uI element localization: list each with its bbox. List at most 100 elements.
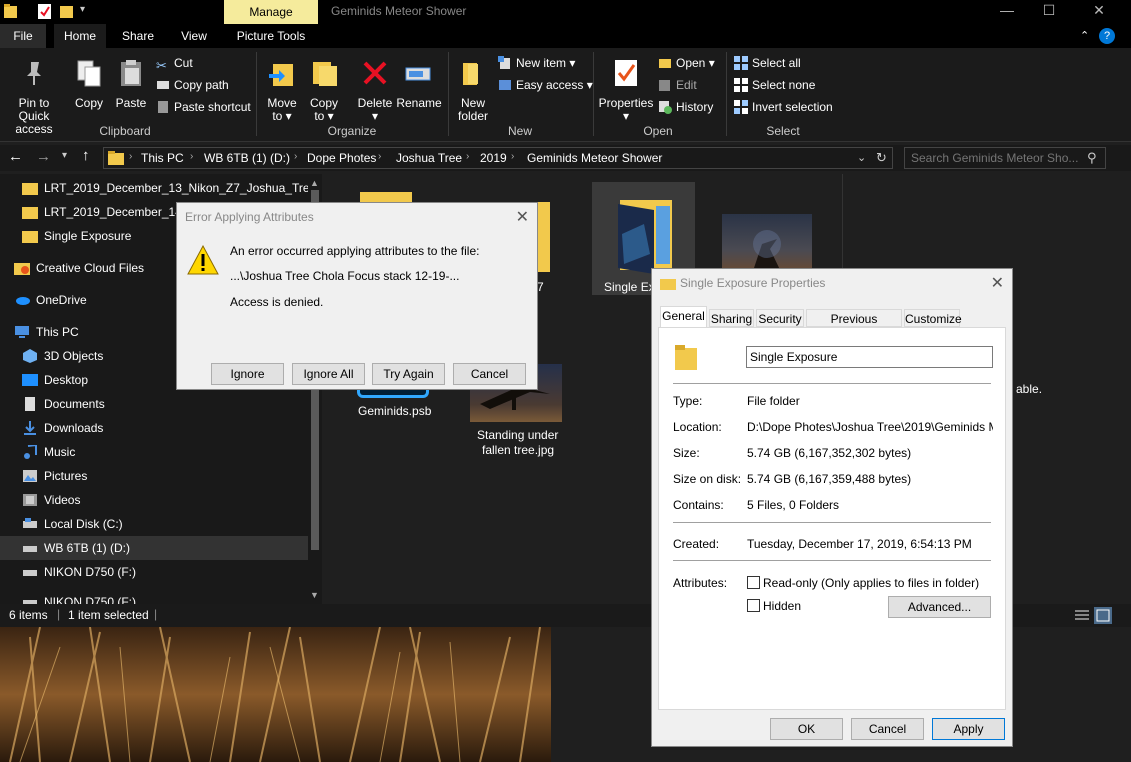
delete-button[interactable]: Delete ▾	[354, 58, 396, 123]
scroll-down-icon[interactable]: ▼	[310, 590, 319, 600]
folder-name-input[interactable]	[746, 346, 993, 368]
new-item-button[interactable]: New item ▾	[498, 54, 575, 72]
nav-item-videos[interactable]: Videos	[22, 488, 80, 512]
breadcrumb-joshua-tree[interactable]: Joshua Tree	[396, 151, 462, 165]
nav-item-music[interactable]: Music	[22, 440, 75, 464]
status-divider: |	[154, 607, 158, 621]
breadcrumb-dope-photes[interactable]: Dope Photes	[307, 151, 376, 165]
breadcrumb-this-pc[interactable]: This PC	[141, 151, 184, 165]
recent-locations-chevron-icon[interactable]: ▾	[62, 150, 67, 161]
nav-item-single-exposure[interactable]: Single Exposure	[22, 224, 131, 248]
nav-item-downloads[interactable]: Downloads	[22, 416, 103, 440]
location-label: Location:	[673, 420, 722, 434]
ignore-all-button[interactable]: Ignore All	[292, 363, 365, 385]
copy-to-button[interactable]: Copy to ▾	[304, 58, 344, 123]
select-none-button[interactable]: Select none	[734, 76, 815, 94]
easy-access-button[interactable]: Easy access ▾	[498, 76, 593, 94]
tab-security[interactable]: Security	[756, 309, 804, 327]
ok-button[interactable]: OK	[770, 718, 843, 740]
close-button[interactable]: ✕	[1075, 0, 1123, 22]
copy-path-button[interactable]: Copy path	[156, 76, 229, 94]
select-all-button[interactable]: Select all	[734, 54, 801, 72]
tab-file[interactable]: File	[0, 24, 46, 48]
minimize-button[interactable]: —	[983, 0, 1031, 22]
address-bar[interactable]: › This PC › WB 6TB (1) (D:) › Dope Phote…	[103, 147, 893, 169]
search-icon[interactable]: ⚲	[1087, 150, 1097, 166]
computer-icon	[15, 326, 29, 338]
tab-view[interactable]: View	[170, 24, 218, 48]
item-count: 6 items	[9, 608, 48, 622]
nav-item-documents[interactable]: Documents	[22, 392, 105, 416]
new-folder-icon[interactable]	[60, 4, 73, 19]
edit-button[interactable]: Edit	[658, 76, 697, 94]
select-group-label: Select	[766, 124, 800, 138]
nav-item-nikon-drive[interactable]: NIKON D750 (F:)	[22, 590, 136, 604]
open-button[interactable]: Open ▾	[658, 54, 715, 72]
large-icons-view-icon[interactable]	[1094, 607, 1112, 624]
details-view-icon[interactable]	[1074, 609, 1090, 622]
tab-picture-tools[interactable]: Picture Tools	[226, 24, 316, 48]
photo-thumbnail[interactable]	[722, 214, 812, 274]
back-arrow-icon[interactable]: ←	[8, 148, 23, 165]
close-icon[interactable]: ✕	[991, 273, 1004, 293]
cancel-button[interactable]: Cancel	[851, 718, 924, 740]
move-to-button[interactable]: Move to ▾	[262, 58, 302, 123]
tab-sharing[interactable]: Sharing	[709, 309, 754, 327]
apply-button[interactable]: Apply	[932, 718, 1005, 740]
breadcrumb-2019[interactable]: 2019	[480, 151, 507, 165]
nav-item-this-pc[interactable]: This PC	[14, 320, 79, 344]
readonly-checkbox[interactable]	[747, 576, 760, 589]
hidden-checkbox[interactable]	[747, 599, 760, 612]
scroll-up-icon[interactable]: ▲	[310, 178, 319, 188]
pin-quick-access-button[interactable]: Pin to Quick access	[2, 58, 66, 136]
tab-general[interactable]: General	[660, 306, 707, 328]
advanced-button[interactable]: Advanced...	[888, 596, 991, 618]
address-dropdown-icon[interactable]: ⌄	[857, 151, 866, 164]
pin-icon	[27, 62, 41, 85]
search-box[interactable]: ⚲	[904, 147, 1106, 169]
breadcrumb-current-folder[interactable]: Geminids Meteor Shower	[527, 151, 662, 165]
tab-share[interactable]: Share	[114, 24, 162, 48]
cut-button[interactable]: ✂ Cut	[156, 54, 193, 73]
search-input[interactable]	[911, 151, 1081, 165]
paste-button[interactable]: Paste	[112, 58, 150, 110]
nav-item-local-disk[interactable]: Local Disk (C:)	[22, 512, 123, 536]
manage-context-tab[interactable]: Manage	[224, 0, 318, 24]
nav-item-label: Downloads	[44, 421, 104, 435]
nav-item-pictures[interactable]: Pictures	[22, 464, 87, 488]
try-again-button[interactable]: Try Again	[372, 363, 445, 385]
history-button[interactable]: History	[658, 98, 713, 116]
nav-item-3d-objects[interactable]: 3D Objects	[22, 344, 103, 368]
tab-home[interactable]: Home	[54, 24, 106, 48]
nav-item-creative-cloud[interactable]: Creative Cloud Files	[14, 256, 144, 280]
ignore-button[interactable]: Ignore	[211, 363, 284, 385]
nav-item-folder[interactable]: LRT_2019_December_14_	[22, 200, 189, 224]
nav-item-wb-drive[interactable]: WB 6TB (1) (D:)	[0, 536, 308, 560]
up-arrow-icon[interactable]: ↑	[82, 147, 90, 164]
quick-access-dropdown-icon[interactable]: ▾	[80, 4, 85, 15]
nav-item-desktop[interactable]: Desktop	[22, 368, 88, 392]
nav-item-onedrive[interactable]: OneDrive	[14, 288, 87, 312]
close-icon[interactable]: ✕	[516, 207, 529, 227]
copy-button[interactable]: Copy	[70, 58, 108, 110]
rename-button[interactable]: Rename	[396, 58, 442, 110]
folder-icon[interactable]	[4, 4, 17, 19]
properties-button[interactable]: Properties ▾	[598, 58, 654, 123]
new-folder-button[interactable]: New folder	[452, 58, 494, 123]
nav-item-nikon-drive[interactable]: NIKON D750 (F:)	[22, 560, 136, 584]
help-icon[interactable]: ?	[1099, 28, 1115, 44]
invert-selection-button[interactable]: Invert selection	[734, 98, 833, 116]
delete-arrow: ▾	[371, 109, 379, 123]
properties-icon[interactable]	[38, 4, 51, 19]
tab-customize[interactable]: Customize	[904, 309, 962, 327]
collapse-ribbon-icon[interactable]: ⌃	[1080, 29, 1089, 42]
paste-shortcut-button[interactable]: Paste shortcut	[156, 98, 251, 116]
pin-label-1: Pin to Quick	[18, 96, 50, 123]
cancel-button[interactable]: Cancel	[453, 363, 526, 385]
tab-previous-versions[interactable]: Previous Versions	[806, 309, 902, 344]
forward-arrow-icon[interactable]: →	[36, 148, 51, 165]
breadcrumb-drive[interactable]: WB 6TB (1) (D:)	[204, 151, 290, 165]
maximize-button[interactable]: ☐	[1025, 0, 1073, 22]
refresh-icon[interactable]: ↻	[876, 150, 887, 166]
nav-item-folder[interactable]: LRT_2019_December_13_Nikon_Z7_Joshua_Tre…	[22, 176, 322, 200]
